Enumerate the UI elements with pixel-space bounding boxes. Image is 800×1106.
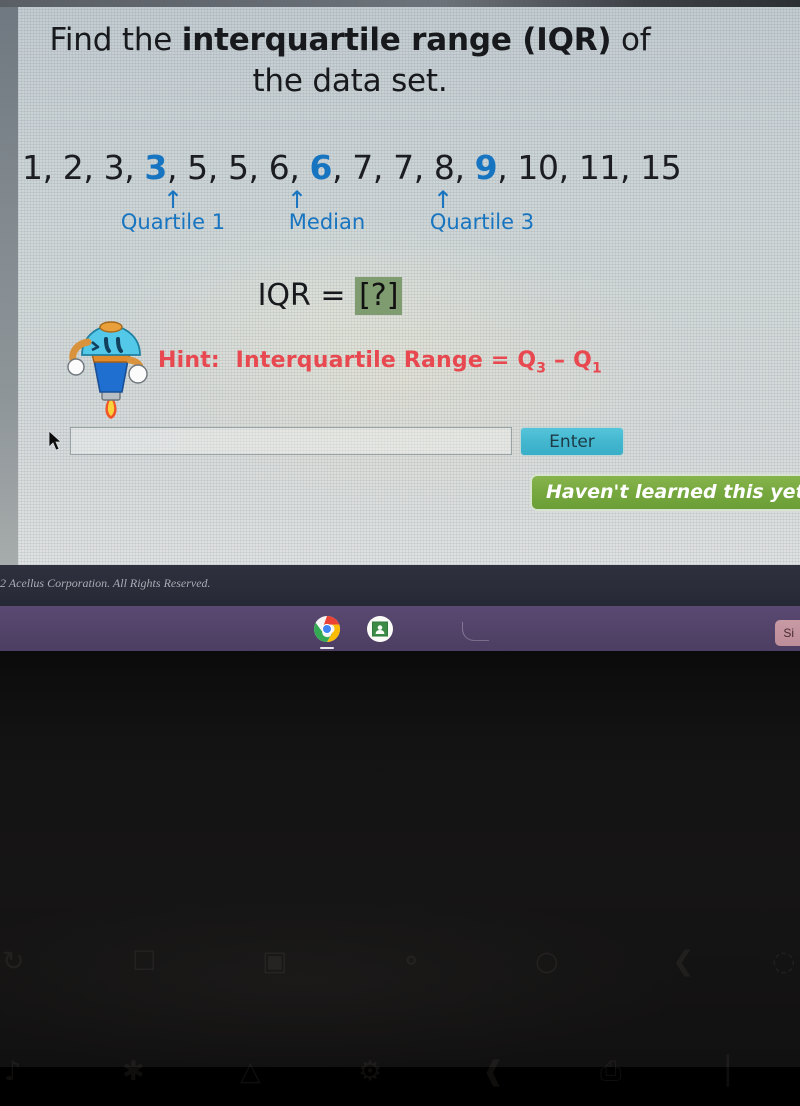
lesson-content: Find the interquartile range (IQR) of th…: [0, 0, 800, 1067]
hint-formula-part-a: Interquartile Range = Q: [235, 348, 537, 373]
iqr-equation-label: IQR =: [257, 278, 356, 313]
hint-formula-part-b: – Q: [546, 348, 593, 373]
data-value-highlighted: 3: [144, 148, 167, 187]
hint-label: Hint:: [158, 348, 220, 373]
data-value: 2: [62, 148, 84, 187]
enter-button[interactable]: Enter: [520, 427, 624, 456]
question-prompt: Find the interquartile range (IQR) of th…: [40, 20, 660, 102]
data-value-highlighted: 6: [309, 148, 333, 187]
arrow-up-icon: ↑: [432, 186, 454, 214]
hint-text: Hint: Interquartile Range = Q3 – Q1: [158, 348, 602, 376]
question-text-part-b: of: [611, 22, 651, 58]
question-text-bold: interquartile range (IQR): [181, 22, 612, 58]
marker-label-quartile-3: Quartile 3: [429, 210, 535, 234]
photographed-screen: Find the interquartile range (IQR) of th…: [0, 0, 800, 1087]
data-value-highlighted: 9: [474, 148, 498, 187]
data-value: 3: [103, 148, 125, 187]
data-value: 6: [268, 148, 290, 187]
hint-subscript-1: 1: [592, 360, 602, 377]
iqr-equation: IQR = [?]: [0, 277, 660, 315]
data-value: 1: [22, 148, 43, 187]
data-value: 5: [187, 148, 208, 187]
data-value: 7: [393, 148, 414, 187]
marker-label-quartile-1: Quartile 1: [120, 210, 226, 234]
data-value: 15: [640, 148, 682, 187]
data-value: 11: [578, 148, 621, 187]
data-value: 10: [517, 148, 559, 187]
question-text-part-a: Find the: [49, 22, 182, 58]
data-value: 8: [433, 148, 455, 187]
answer-input[interactable]: [70, 427, 512, 455]
iqr-answer-blank: [?]: [355, 277, 403, 315]
data-value: 5: [227, 148, 249, 187]
marker-quartile-3: ↑ Quartile 3: [406, 188, 558, 234]
hint-subscript-3: 3: [536, 360, 547, 377]
page-left-edge-strip: [0, 7, 18, 565]
question-text-line2: the data set.: [252, 62, 448, 99]
mouse-pointer-icon: [48, 430, 63, 452]
data-value: 7: [352, 148, 373, 187]
marker-label-median: Median: [288, 210, 366, 234]
data-set-values: 1, 2, 3, 3, 5, 5, 6, 6, 7, 7, 8, 9, 10, …: [22, 148, 682, 187]
havent-learned-this-yet-button[interactable]: Haven't learned this yet.: [530, 474, 800, 511]
rocket-mascot-icon: [62, 320, 158, 420]
